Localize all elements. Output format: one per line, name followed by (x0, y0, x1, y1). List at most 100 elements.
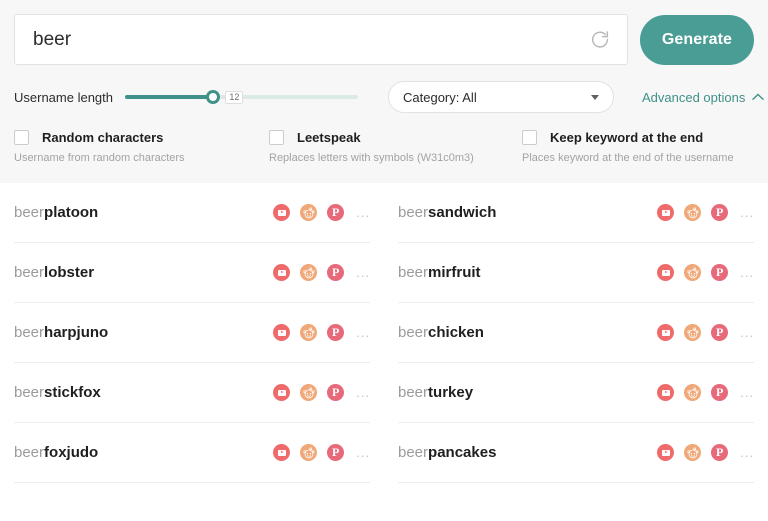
reddit-icon[interactable] (684, 204, 702, 221)
keyword-search-input[interactable] (33, 28, 583, 51)
more-options-icon[interactable]: ... (356, 326, 370, 339)
reddit-icon[interactable] (300, 324, 318, 341)
refresh-icon[interactable] (583, 23, 617, 57)
username-suffix-part: foxjudo (44, 444, 99, 461)
generate-button[interactable]: Generate (639, 14, 754, 65)
more-options-icon[interactable]: ... (740, 206, 754, 219)
youtube-icon[interactable] (657, 204, 675, 221)
social-availability-icons: P... (273, 264, 370, 281)
category-select-label: Category: All (403, 89, 477, 105)
username-text: beerturkey (398, 384, 657, 401)
more-options-icon[interactable]: ... (740, 326, 754, 339)
youtube-icon[interactable] (657, 324, 675, 341)
youtube-icon[interactable] (273, 324, 291, 341)
leetspeak-checkbox[interactable]: Leetspeak (269, 130, 522, 145)
pinterest-icon[interactable]: P (711, 444, 729, 461)
social-availability-icons: P... (273, 204, 370, 221)
reddit-icon[interactable] (684, 264, 702, 281)
username-suffix-part: platoon (44, 204, 99, 221)
table-row[interactable]: beersandwich P... (398, 183, 754, 243)
checkbox-icon[interactable] (269, 130, 284, 145)
pinterest-icon[interactable]: P (327, 324, 345, 341)
search-field[interactable] (14, 14, 628, 65)
random-characters-checkbox[interactable]: Random characters (14, 130, 267, 145)
reddit-icon[interactable] (684, 444, 702, 461)
username-suffix-part: lobster (44, 264, 95, 281)
youtube-icon[interactable] (273, 204, 291, 221)
pinterest-icon[interactable]: P (711, 324, 729, 341)
more-options-icon[interactable]: ... (356, 446, 370, 459)
leetspeak-label: Leetspeak (297, 130, 361, 145)
username-suffix-part: chicken (428, 324, 484, 341)
reddit-icon[interactable] (300, 444, 318, 461)
pinterest-icon[interactable]: P (327, 264, 345, 281)
keep-keyword-label: Keep keyword at the end (550, 130, 704, 145)
slider-value-badge: 12 (225, 90, 244, 104)
table-row[interactable]: beermirfruit P... (398, 243, 754, 303)
table-row[interactable]: beerpancakes P... (398, 423, 754, 483)
username-suffix-part: harpjuno (44, 324, 109, 341)
results-grid: beerplatoon P... beerlobster P... beerharpju… (0, 183, 768, 483)
checkbox-icon[interactable] (522, 130, 537, 145)
more-options-icon[interactable]: ... (356, 206, 370, 219)
pinterest-icon[interactable]: P (711, 204, 729, 221)
username-keyword-part: beer (14, 264, 45, 281)
more-options-icon[interactable]: ... (356, 386, 370, 399)
table-row[interactable]: beerlobster P... (14, 243, 370, 303)
option-random-characters: Random characters Username from random c… (14, 130, 267, 165)
pinterest-icon[interactable]: P (711, 264, 729, 281)
reddit-icon[interactable] (684, 384, 702, 401)
pinterest-icon[interactable]: P (711, 384, 729, 401)
social-availability-icons: P... (657, 324, 754, 341)
more-options-icon[interactable]: ... (740, 386, 754, 399)
advanced-options-toggle[interactable]: Advanced options (642, 90, 765, 105)
social-availability-icons: P... (273, 444, 370, 461)
options-row: Username length 12 Category: All Advance… (0, 65, 768, 113)
category-select[interactable]: Category: All (388, 81, 614, 113)
username-suffix-part: turkey (428, 384, 474, 401)
social-availability-icons: P... (657, 204, 754, 221)
username-text: beersandwich (398, 204, 657, 221)
social-availability-icons: P... (273, 384, 370, 401)
username-length-label: Username length (14, 89, 113, 105)
table-row[interactable]: beerplatoon P... (14, 183, 370, 243)
username-keyword-part: beer (14, 204, 45, 221)
table-row[interactable]: beerchicken P... (398, 303, 754, 363)
table-row[interactable]: beerstickfox P... (14, 363, 370, 423)
option-leetspeak: Leetspeak Replaces letters with symbols … (269, 130, 522, 165)
username-text: beerpancakes (398, 444, 657, 461)
username-suffix-part: mirfruit (428, 264, 481, 281)
username-suffix-part: sandwich (428, 204, 497, 221)
username-text: beerstickfox (14, 384, 273, 401)
table-row[interactable]: beerfoxjudo P... (14, 423, 370, 483)
reddit-icon[interactable] (300, 204, 318, 221)
random-characters-description: Username from random characters (14, 152, 185, 164)
controls-panel: Generate Username length 12 Category: Al… (0, 0, 768, 183)
more-options-icon[interactable]: ... (740, 446, 754, 459)
youtube-icon[interactable] (657, 264, 675, 281)
username-length-slider[interactable]: 12 (125, 88, 358, 106)
pinterest-icon[interactable]: P (327, 204, 345, 221)
pinterest-icon[interactable]: P (327, 384, 345, 401)
reddit-icon[interactable] (300, 264, 318, 281)
youtube-icon[interactable] (273, 444, 291, 461)
table-row[interactable]: beerturkey P... (398, 363, 754, 423)
checkbox-icon[interactable] (14, 130, 29, 145)
reddit-icon[interactable] (300, 384, 318, 401)
more-options-icon[interactable]: ... (356, 266, 370, 279)
more-options-icon[interactable]: ... (740, 266, 754, 279)
reddit-icon[interactable] (684, 324, 702, 341)
youtube-icon[interactable] (657, 384, 675, 401)
pinterest-icon[interactable]: P (327, 444, 345, 461)
results-column-left: beerplatoon P... beerlobster P... beerharpju… (14, 183, 384, 483)
youtube-icon[interactable] (657, 444, 675, 461)
slider-knob[interactable] (206, 90, 221, 104)
youtube-icon[interactable] (273, 264, 291, 281)
leetspeak-description: Replaces letters with symbols (W31c0m3) (269, 152, 474, 164)
youtube-icon[interactable] (273, 384, 291, 401)
keep-keyword-checkbox[interactable]: Keep keyword at the end (522, 130, 768, 145)
random-characters-label: Random characters (42, 130, 164, 145)
username-text: beerfoxjudo (14, 444, 273, 461)
table-row[interactable]: beerharpjuno P... (14, 303, 370, 363)
search-row: Generate (0, 0, 768, 65)
